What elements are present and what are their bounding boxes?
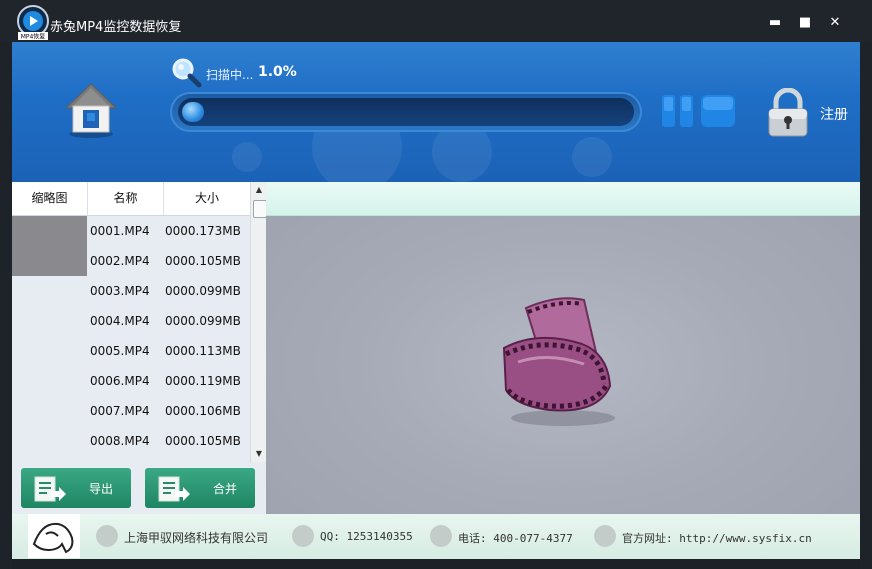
scroll-thumb[interactable] <box>253 200 267 218</box>
phone-number: 电话: 400-077-4377 <box>458 532 573 545</box>
preview-panel <box>266 182 860 514</box>
scroll-up-arrow[interactable]: ▲ <box>251 182 267 198</box>
file-rows: 0001.MP4 0000.173MB 0002.MP4 0000.105MB … <box>12 216 250 456</box>
decor-bubble <box>232 142 262 172</box>
merge-icon <box>158 476 190 502</box>
scan-status-label: 扫描中... <box>206 68 254 82</box>
merge-label: 合并 <box>213 482 238 496</box>
phone-icon <box>430 525 452 547</box>
qq-icon <box>292 525 314 547</box>
company-name: 上海甲驭网络科技有限公司 <box>124 531 269 545</box>
file-list-panel: 缩略图 名称 大小 0001.MP4 0000.173MB 0002.MP4 0… <box>12 182 267 514</box>
file-size: 0000.106MB <box>165 404 241 418</box>
close-button[interactable]: ✕ <box>826 14 844 32</box>
company-logo <box>28 514 80 558</box>
minimize-button[interactable]: ▬ <box>766 14 784 32</box>
table-row[interactable]: 0001.MP4 0000.173MB <box>12 216 250 246</box>
app-window: MP4恢复 赤兔MP4监控数据恢复 ▬ ■ ✕ 扫描中... 1.0% 注册 缩… <box>0 0 872 569</box>
stop-button[interactable] <box>700 94 736 128</box>
lock-button[interactable] <box>766 88 810 138</box>
file-name: 0002.MP4 <box>90 254 150 268</box>
progress-fill <box>182 102 204 122</box>
export-label: 导出 <box>89 482 114 496</box>
table-row[interactable]: 0003.MP4 0000.099MB <box>12 276 250 306</box>
file-name: 0004.MP4 <box>90 314 150 328</box>
file-size: 0000.105MB <box>165 254 241 268</box>
home-button[interactable] <box>64 82 118 138</box>
file-size: 0000.099MB <box>165 284 241 298</box>
column-thumbnail[interactable]: 缩略图 <box>12 182 88 215</box>
table-row[interactable]: 0006.MP4 0000.119MB <box>12 366 250 396</box>
export-icon <box>34 476 66 502</box>
preview-header <box>266 182 860 216</box>
merge-button[interactable]: 合并 <box>145 468 255 508</box>
list-scrollbar[interactable]: ▲ ▼ <box>250 182 267 462</box>
scan-percent: 1.0% <box>258 64 297 80</box>
file-name: 0005.MP4 <box>90 344 150 358</box>
table-row[interactable]: 0004.MP4 0000.099MB <box>12 306 250 336</box>
table-header: 缩略图 名称 大小 <box>12 182 250 216</box>
title-bar: MP4恢复 赤兔MP4监控数据恢复 ▬ ■ ✕ <box>0 0 872 42</box>
footer-bar: 上海甲驭网络科技有限公司 QQ: 1253140355 电话: 400-077-… <box>12 514 860 559</box>
file-size: 0000.173MB <box>165 224 241 238</box>
progress-track <box>178 98 634 126</box>
file-name: 0008.MP4 <box>90 434 150 448</box>
scan-progress-bar <box>170 92 642 132</box>
table-row[interactable]: 0002.MP4 0000.105MB <box>12 246 250 276</box>
app-logo-icon: MP4恢复 <box>17 5 49 41</box>
file-size: 0000.113MB <box>165 344 241 358</box>
globe-icon <box>594 525 616 547</box>
file-name: 0003.MP4 <box>90 284 150 298</box>
file-size: 0000.099MB <box>165 314 241 328</box>
table-row[interactable]: 0007.MP4 0000.106MB <box>12 396 250 426</box>
export-button[interactable]: 导出 <box>21 468 131 508</box>
qq-number: QQ: 1253140355 <box>320 530 413 543</box>
website-link[interactable]: 官方网址: http://www.sysfix.cn <box>622 530 812 546</box>
file-name: 0006.MP4 <box>90 374 150 388</box>
table-row[interactable]: 0008.MP4 0000.105MB <box>12 426 250 456</box>
magnifier-icon <box>172 58 202 88</box>
column-size[interactable]: 大小 <box>164 182 250 215</box>
film-reel-icon <box>502 297 615 426</box>
file-size: 0000.105MB <box>165 434 241 448</box>
file-name: 0007.MP4 <box>90 404 150 418</box>
register-link[interactable]: 注册 <box>820 104 848 124</box>
table-row[interactable]: 0005.MP4 0000.113MB <box>12 336 250 366</box>
window-title: 赤兔MP4监控数据恢复 <box>50 20 182 35</box>
pause-button[interactable] <box>660 94 696 128</box>
scroll-down-arrow[interactable]: ▼ <box>251 446 267 462</box>
column-name[interactable]: 名称 <box>88 182 164 215</box>
app-icon-text: MP4恢复 <box>21 33 46 41</box>
window-bottom-border <box>12 559 860 569</box>
toolbar-header: 扫描中... 1.0% 注册 <box>12 42 860 182</box>
file-size: 0000.119MB <box>165 374 241 388</box>
building-icon <box>96 525 118 547</box>
file-name: 0001.MP4 <box>90 224 150 238</box>
decor-bubble <box>572 137 612 177</box>
maximize-button[interactable]: ■ <box>796 14 814 32</box>
